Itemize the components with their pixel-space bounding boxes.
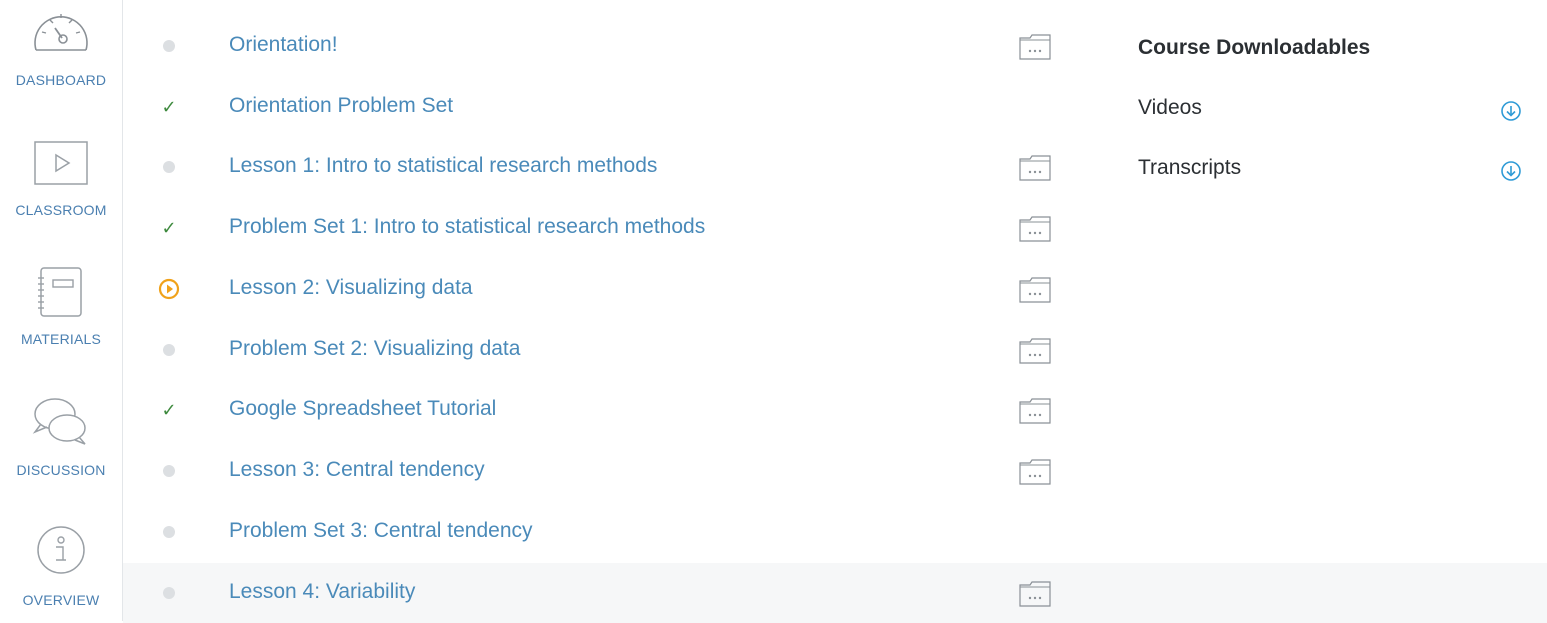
- download-label: Transcripts: [1138, 156, 1242, 179]
- not-started-dot: [157, 459, 181, 483]
- lesson-row: Problem Set 2: Visualizing data: [123, 320, 1547, 380]
- lesson-link[interactable]: Google Spreadsheet Tutorial: [229, 397, 496, 421]
- status-dot: [163, 465, 175, 477]
- folder-icon[interactable]: [1019, 398, 1051, 424]
- download-label: Videos: [1138, 96, 1202, 119]
- lesson-row: Problem Set 3: Central tendency: [123, 502, 1547, 562]
- folder-icon[interactable]: [1019, 216, 1051, 242]
- lesson-link[interactable]: Lesson 3: Central tendency: [229, 458, 485, 482]
- info-icon: [0, 524, 122, 582]
- nav-discussion[interactable]: DISCUSSION: [0, 390, 122, 500]
- completed-check-icon: ✓: [161, 400, 177, 420]
- nav-materials[interactable]: MATERIALS: [0, 258, 122, 368]
- not-started-dot: [157, 338, 181, 362]
- lesson-row: Lesson 4: Variability: [123, 563, 1547, 623]
- lesson-link[interactable]: Problem Set 3: Central tendency: [229, 519, 533, 543]
- lesson-link[interactable]: Lesson 2: Visualizing data: [229, 276, 473, 300]
- lesson-link[interactable]: Orientation Problem Set: [229, 94, 453, 118]
- download-icon[interactable]: [1500, 100, 1522, 122]
- status-dot: [163, 526, 175, 538]
- lesson-link[interactable]: Orientation!: [229, 33, 338, 57]
- nav-dashboard[interactable]: DASHBOARD: [0, 0, 122, 120]
- lesson-row: ✓ Problem Set 1: Intro to statistical re…: [123, 198, 1547, 258]
- folder-icon[interactable]: [1019, 155, 1051, 181]
- folder-icon[interactable]: [1019, 277, 1051, 303]
- download-icon[interactable]: [1500, 160, 1522, 182]
- gauge-icon: [0, 6, 122, 64]
- download-videos[interactable]: Videos: [1138, 96, 1538, 136]
- lesson-link[interactable]: Lesson 1: Intro to statistical research …: [229, 154, 657, 178]
- folder-icon[interactable]: [1019, 581, 1051, 607]
- in-progress-play-icon: [157, 277, 181, 301]
- not-started-dot: [157, 155, 181, 179]
- sidebar-nav: DASHBOARD CLASSROOM MATERIALS DISCUSSION…: [0, 0, 123, 621]
- folder-icon[interactable]: [1019, 338, 1051, 364]
- status-dot: [163, 344, 175, 356]
- not-started-dot: [157, 34, 181, 58]
- nav-classroom-label: CLASSROOM: [15, 202, 107, 218]
- status-dot: [163, 40, 175, 52]
- completed-check-icon: ✓: [161, 218, 177, 238]
- nav-overview[interactable]: OVERVIEW: [0, 520, 122, 621]
- lesson-link[interactable]: Problem Set 1: Intro to statistical rese…: [229, 215, 705, 239]
- play-icon: [0, 140, 122, 198]
- download-transcripts[interactable]: Transcripts: [1138, 156, 1538, 196]
- nav-materials-label: MATERIALS: [20, 331, 102, 347]
- main-content: Orientation! ✓ Orientation Problem Set L…: [123, 0, 1547, 623]
- folder-icon[interactable]: [1019, 459, 1051, 485]
- downloads-heading: Course Downloadables: [1138, 36, 1371, 59]
- status-dot: [163, 161, 175, 173]
- folder-icon[interactable]: [1019, 34, 1051, 60]
- status-dot: [163, 587, 175, 599]
- lesson-row: ✓ Google Spreadsheet Tutorial: [123, 380, 1547, 440]
- lesson-link[interactable]: Lesson 4: Variability: [229, 580, 415, 604]
- not-started-dot: [157, 581, 181, 605]
- notebook-icon: [0, 266, 122, 324]
- not-started-dot: [157, 520, 181, 544]
- nav-dashboard-label: DASHBOARD: [15, 72, 107, 88]
- completed-check-icon: ✓: [161, 97, 177, 117]
- lesson-link[interactable]: Problem Set 2: Visualizing data: [229, 337, 520, 361]
- nav-classroom[interactable]: CLASSROOM: [0, 130, 122, 240]
- nav-discussion-label: DISCUSSION: [16, 462, 106, 478]
- nav-overview-label: OVERVIEW: [22, 592, 100, 608]
- lesson-row: Lesson 2: Visualizing data: [123, 259, 1547, 319]
- lesson-row: Lesson 3: Central tendency: [123, 441, 1547, 501]
- chat-bubbles-icon: [0, 392, 122, 450]
